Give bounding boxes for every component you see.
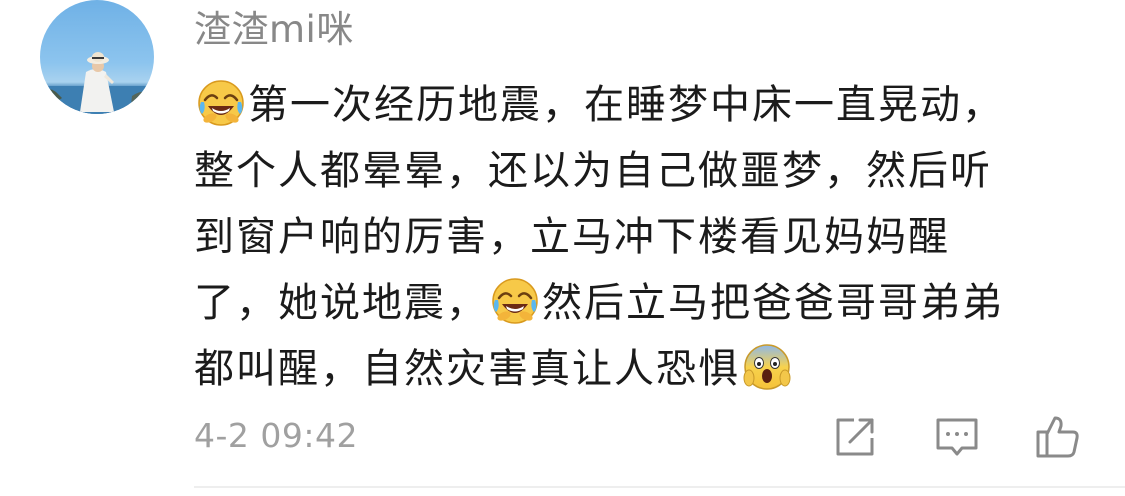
- share-button[interactable]: [830, 412, 880, 462]
- reply-button[interactable]: [932, 412, 982, 462]
- comment-line-text: 然后立马把爸爸哥哥弟弟: [542, 280, 1004, 326]
- reply-icon: [936, 418, 978, 456]
- comment-item: 渣渣mi咪 第一次经历地震，在睡梦中床一直晃动， 整个人都晕晕，还以为自己做噩梦…: [0, 0, 1125, 496]
- face-screaming-in-fear-icon: [742, 342, 792, 392]
- comment-line: 整个人都晕晕，还以为自己做噩梦，然后听: [194, 138, 1094, 204]
- comment-body: 第一次经历地震，在睡梦中床一直晃动， 整个人都晕晕，还以为自己做噩梦，然后听 到…: [194, 72, 1094, 402]
- timestamp: 4-2 09:42: [194, 416, 358, 455]
- comment-line: 到窗户响的厉害，立马冲下楼看见妈妈醒: [194, 204, 1094, 270]
- comment-line-text: 到窗户响的厉害，立马冲下楼看见妈妈醒: [194, 214, 950, 260]
- comment-line-text: 整个人都晕晕，还以为自己做噩梦，然后听: [194, 148, 992, 194]
- comment-line-text: 了，她说地震，: [194, 280, 488, 326]
- share-icon: [836, 418, 874, 456]
- avatar[interactable]: [40, 0, 154, 114]
- face-with-tears-of-joy-icon: [196, 78, 246, 128]
- username[interactable]: 渣渣mi咪: [194, 8, 354, 52]
- comment-line: 都叫醒，自然灾害真让人恐惧: [194, 336, 1094, 402]
- face-with-tears-of-joy-icon: [490, 276, 540, 326]
- comment-line-text: 第一次经历地震，在睡梦中床一直晃动，: [248, 82, 1004, 128]
- like-button[interactable]: [1032, 412, 1082, 462]
- avatar-photo-icon: [40, 52, 154, 114]
- comment-line-text: 都叫醒，自然灾害真让人恐惧: [194, 346, 740, 392]
- thumbs-up-icon: [1036, 416, 1079, 458]
- comment-line: 了，她说地震， 然后立马把爸爸哥哥弟弟: [194, 270, 1094, 336]
- comment-line: 第一次经历地震，在睡梦中床一直晃动，: [194, 72, 1094, 138]
- divider: [194, 486, 1125, 488]
